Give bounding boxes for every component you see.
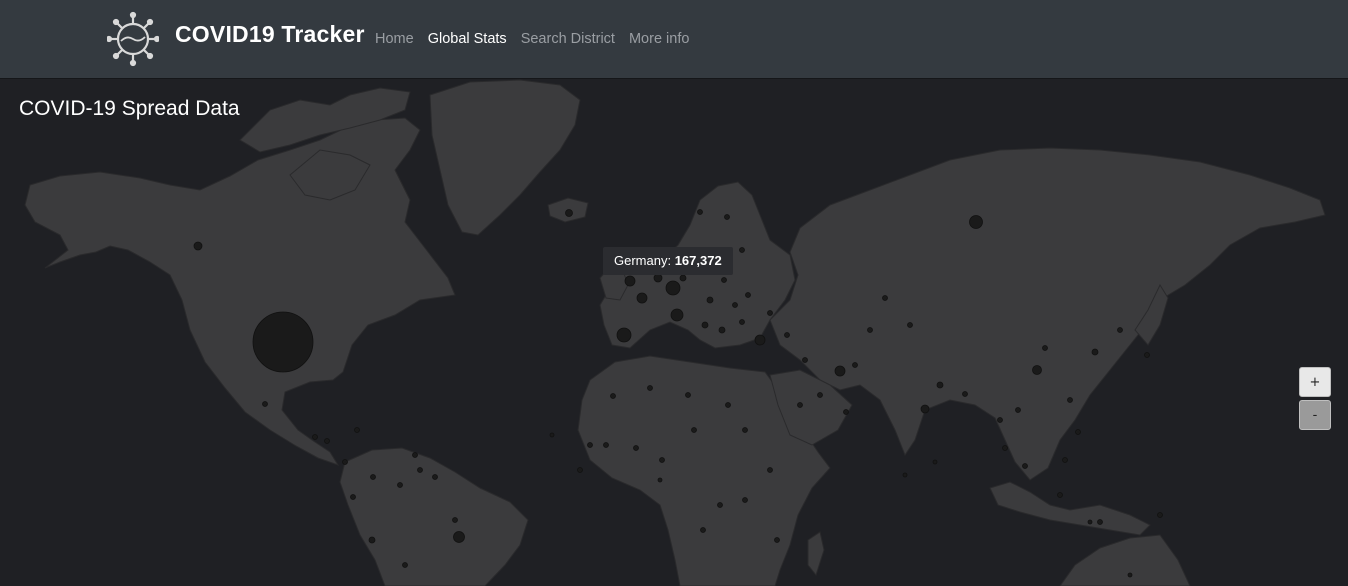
bubble-india[interactable]: [920, 404, 930, 414]
bubble-netherlands[interactable]: [679, 274, 687, 282]
world-map-svg[interactable]: [0, 78, 1348, 586]
bubble-germany[interactable]: [665, 280, 681, 296]
brand-name[interactable]: COVID19 Tracker: [175, 21, 365, 48]
bubble-france[interactable]: [636, 292, 648, 304]
zoom-out-button[interactable]: -: [1299, 400, 1331, 430]
bubble-russia[interactable]: [969, 215, 983, 229]
navbar: COVID19 Tracker Home Global Stats Search…: [0, 0, 1348, 78]
bubble-italy[interactable]: [670, 308, 684, 322]
nav-global-stats[interactable]: Global Stats: [428, 31, 507, 47]
bubble-china[interactable]: [1032, 365, 1042, 375]
nav-more-info[interactable]: More info: [629, 31, 689, 47]
bubble-turkey[interactable]: [754, 334, 766, 346]
asia-land[interactable]: [769, 147, 1326, 481]
tooltip-country: Germany:: [614, 253, 672, 268]
bubble-canada[interactable]: [193, 241, 203, 251]
indonesia-land[interactable]: [989, 481, 1151, 536]
nav-home[interactable]: Home: [375, 31, 414, 47]
bubble-brazil[interactable]: [453, 531, 465, 543]
world-map[interactable]: COVID-19 Spread Data: [0, 78, 1348, 586]
tooltip-value: 167,372: [674, 253, 722, 268]
north-america-land[interactable]: [24, 117, 456, 466]
zoom-in-button[interactable]: +: [1299, 367, 1331, 397]
nav-links: Home Global Stats Search District More i…: [375, 31, 689, 47]
country-tooltip: Germany: 167,372: [603, 247, 733, 275]
bubble-uk[interactable]: [624, 275, 636, 287]
nav-search-district[interactable]: Search District: [521, 31, 615, 47]
bubble-usa[interactable]: [252, 311, 314, 373]
bubble-swiss[interactable]: [706, 296, 714, 304]
south-america-land[interactable]: [339, 447, 529, 586]
madagascar-land[interactable]: [807, 531, 825, 577]
virus-icon[interactable]: [107, 11, 159, 67]
bubble-belgium[interactable]: [653, 273, 663, 283]
bubble-sweden[interactable]: [565, 209, 573, 217]
page-title: COVID-19 Spread Data: [19, 97, 240, 120]
bubble-iran[interactable]: [834, 365, 846, 377]
australia-land[interactable]: [1059, 534, 1191, 586]
bubble-spain[interactable]: [616, 327, 632, 343]
